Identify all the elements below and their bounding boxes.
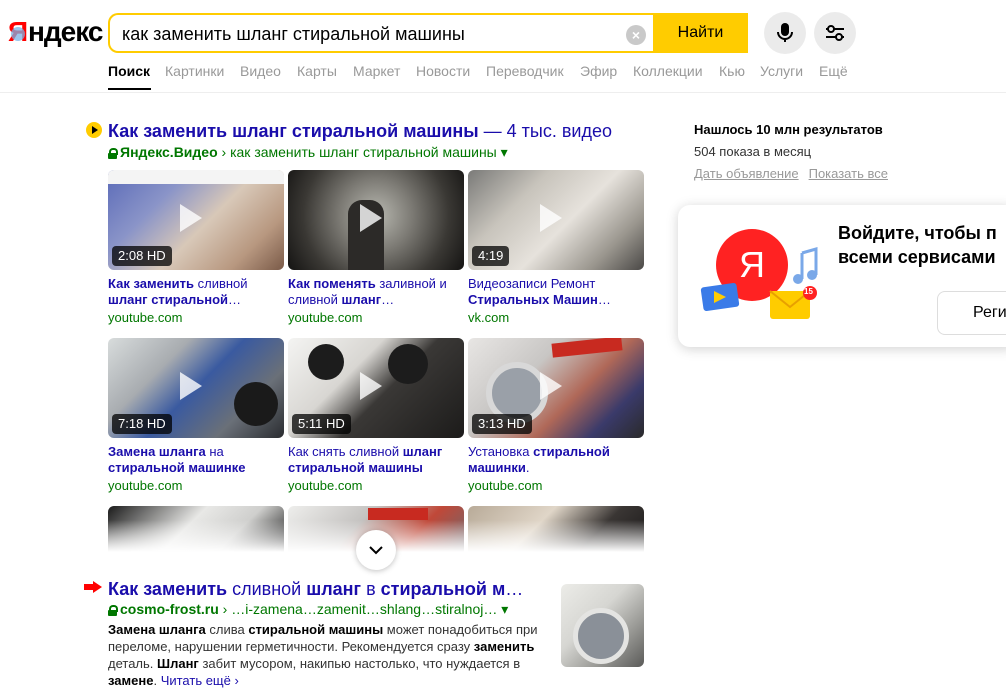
video-source-path: › как заменить шланг стиральной машины ▾ xyxy=(217,144,508,160)
video-play-icon xyxy=(86,122,102,138)
place-ad-link[interactable]: Дать объявление xyxy=(694,166,799,181)
yandex-logo[interactable]: Я ндекс xyxy=(8,14,103,50)
tab-video[interactable]: Видео xyxy=(240,62,281,80)
video-caption[interactable]: Как поменять заливной и сливной шланг… xyxy=(288,276,464,308)
video-caption[interactable]: Видеозаписи Ремонт Стиральных Машин… xyxy=(468,276,644,308)
register-button[interactable]: Реги xyxy=(937,291,1006,335)
video-thumbnail[interactable]: 3:13 HD xyxy=(468,338,644,438)
play-icon xyxy=(180,204,202,232)
video-caption[interactable]: Замена шланга на стиральной машинке xyxy=(108,444,284,476)
find-button[interactable]: Найти xyxy=(653,13,748,53)
search-form: × Найти xyxy=(108,13,748,53)
video-source: vk.com xyxy=(468,310,510,325)
tab-images[interactable]: Картинки xyxy=(165,62,224,80)
logo-text: ндекс xyxy=(28,16,103,47)
tab-maps[interactable]: Карты xyxy=(297,62,337,80)
result-snippet: Замена шланга слива стиральной машины мо… xyxy=(108,621,548,689)
video-source: youtube.com xyxy=(288,478,363,493)
result-thumbnail[interactable] xyxy=(561,584,644,667)
play-icon xyxy=(360,372,382,400)
video-source: youtube.com xyxy=(468,478,543,493)
video-thumbnail[interactable]: 4:19 xyxy=(468,170,644,270)
tab-more[interactable]: Ещё xyxy=(819,62,848,80)
duration-badge: 5:11 HD xyxy=(292,414,351,434)
play-icon xyxy=(360,204,382,232)
show-all-link[interactable]: Показать все xyxy=(809,166,888,181)
video-caption[interactable]: Как заменить сливной шланг стиральной… xyxy=(108,276,284,308)
expand-videos-button[interactable] xyxy=(356,530,396,570)
result-url[interactable]: cosmo-frost.ru › …i-zamena…zamenit…shlan… xyxy=(108,601,508,617)
duration-badge: 2:08 HD xyxy=(112,246,172,266)
results-count: Нашлось 10 млн результатов xyxy=(694,122,883,137)
video-source: youtube.com xyxy=(108,478,183,493)
login-promo-line-2: всеми сервисами xyxy=(838,247,996,267)
play-icon xyxy=(540,204,562,232)
tab-services[interactable]: Услуги xyxy=(760,62,803,80)
arrow-right-icon xyxy=(84,581,102,593)
result-host: cosmo-frost.ru xyxy=(120,601,219,617)
voice-search-button[interactable] xyxy=(764,12,806,54)
result-title[interactable]: Как заменить сливной шланг в стиральной … xyxy=(108,578,523,600)
video-caption[interactable]: Как снять сливной шланг стиральной машин… xyxy=(288,444,464,476)
video-block-title-text: Как заменить шланг стиральной машины xyxy=(108,121,479,141)
active-tab-underline xyxy=(108,88,151,90)
microphone-icon xyxy=(777,23,793,42)
video-source-name: Яндекс.Видео xyxy=(120,144,218,160)
search-stats: Нашлось 10 млн результатов 504 показа в … xyxy=(694,119,898,185)
tab-market[interactable]: Маркет xyxy=(353,62,400,80)
duration-badge: 3:13 HD xyxy=(472,414,532,434)
video-block-source[interactable]: Яндекс.Видео › как заменить шланг стирал… xyxy=(108,144,508,160)
video-thumbnail[interactable]: 5:11 HD xyxy=(288,338,464,438)
duration-badge: 7:18 HD xyxy=(112,414,172,434)
sliders-icon xyxy=(826,25,844,41)
tab-collections[interactable]: Коллекции xyxy=(633,62,703,80)
lock-icon xyxy=(108,148,118,159)
video-count: — 4 тыс. видео xyxy=(478,121,612,141)
tab-efir[interactable]: Эфир xyxy=(580,62,617,80)
video-thumbnail[interactable]: 2:08 HD xyxy=(108,170,284,270)
read-more-link[interactable]: Читать ещё › xyxy=(161,673,239,688)
ad-links: Дать объявление Показать все xyxy=(694,163,898,185)
login-promo-text: Войдите, чтобы п всеми сервисами xyxy=(838,221,997,269)
search-box[interactable]: × xyxy=(108,13,656,53)
search-input[interactable] xyxy=(122,24,612,44)
lock-icon xyxy=(108,605,118,616)
play-icon xyxy=(540,372,562,400)
duration-badge: 4:19 xyxy=(472,246,510,266)
play-icon xyxy=(180,372,202,400)
search-settings-button[interactable] xyxy=(814,12,856,54)
video-thumbnail[interactable]: 7:18 HD xyxy=(108,338,284,438)
login-promo-card: Я 15 Войдите, чтобы п всеми сервисами Ре… xyxy=(678,205,1006,347)
login-promo-line-1: Войдите, чтобы п xyxy=(838,223,997,243)
header-divider xyxy=(0,92,1006,93)
yandex-services-illustration: Я xyxy=(700,229,818,319)
monthly-shows: 504 показа в месяц xyxy=(694,144,812,159)
tab-q[interactable]: Кью xyxy=(719,62,745,80)
mail-count-badge: 15 xyxy=(804,287,813,296)
clear-icon[interactable]: × xyxy=(626,25,646,45)
chevron-down-icon xyxy=(369,546,383,555)
tab-search[interactable]: Поиск xyxy=(108,62,150,80)
video-block-title[interactable]: Как заменить шланг стиральной машины — 4… xyxy=(108,120,612,142)
video-thumbnail[interactable] xyxy=(288,170,464,270)
result-path: › …i-zamena…zamenit…shlang…stiralnoj… ▾ xyxy=(218,601,509,617)
tab-news[interactable]: Новости xyxy=(416,62,470,80)
ya-letter-icon: Я xyxy=(739,244,765,285)
video-source: youtube.com xyxy=(288,310,363,325)
video-caption[interactable]: Установка стиральной машинки. xyxy=(468,444,644,476)
globe-icon xyxy=(11,27,25,41)
video-source: youtube.com xyxy=(108,310,183,325)
tab-translator[interactable]: Переводчик xyxy=(486,62,564,80)
